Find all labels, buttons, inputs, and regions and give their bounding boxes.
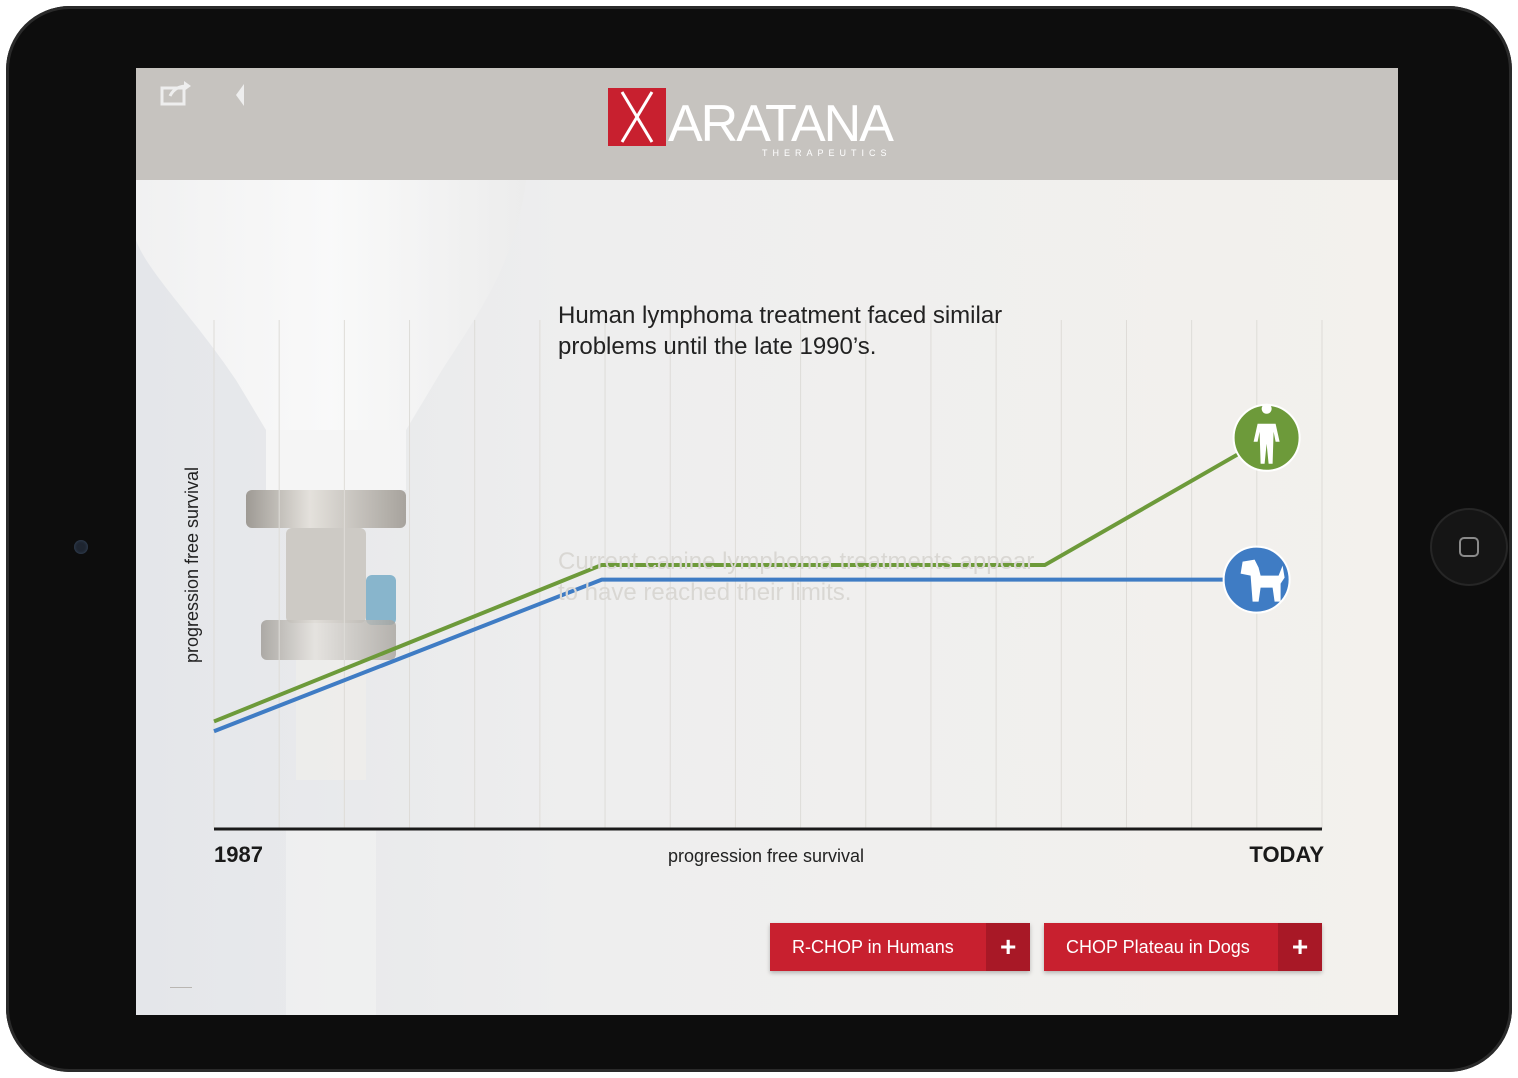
back-chevron-icon[interactable]	[232, 82, 250, 108]
logo-x-icon	[620, 91, 654, 143]
app-screen: ARATANA THERAPEUTICS 1987 TODAY progress…	[136, 68, 1398, 1015]
dog-icon	[1222, 545, 1291, 614]
r-chop-humans-label: R-CHOP in Humans	[792, 936, 954, 957]
scroll-indicator	[170, 983, 192, 988]
top-bar: ARATANA THERAPEUTICS	[136, 68, 1398, 180]
home-button[interactable]	[1432, 510, 1506, 584]
r-chop-humans-button[interactable]: R-CHOP in Humans +	[770, 923, 1030, 971]
x-start-label: 1987	[214, 842, 263, 867]
secondary-message: Current canine lymphoma treatments appea…	[558, 548, 1035, 606]
plus-icon: +	[986, 923, 1030, 971]
primary-message: Human lymphoma treatment faced similar p…	[558, 302, 1003, 360]
chop-plateau-dogs-label: CHOP Plateau in Dogs	[1066, 936, 1250, 957]
plus-icon: +	[1278, 923, 1322, 971]
home-square-icon	[1459, 537, 1479, 557]
logo-subtitle: THERAPEUTICS	[762, 148, 892, 158]
x-end-label: TODAY	[1249, 842, 1324, 867]
logo-wordmark: ARATANA	[668, 95, 894, 153]
human-figure-icon	[1232, 403, 1301, 472]
logo-mark	[608, 88, 666, 146]
y-axis-label: progression free survival	[182, 467, 202, 663]
x-axis-label: progression free survival	[668, 846, 864, 866]
chop-plateau-dogs-button[interactable]: CHOP Plateau in Dogs +	[1044, 923, 1322, 971]
aratana-logo: ARATANA THERAPEUTICS	[606, 86, 926, 166]
series-endpoints	[1222, 403, 1301, 614]
share-icon[interactable]	[160, 80, 194, 108]
camera-icon	[74, 540, 88, 554]
